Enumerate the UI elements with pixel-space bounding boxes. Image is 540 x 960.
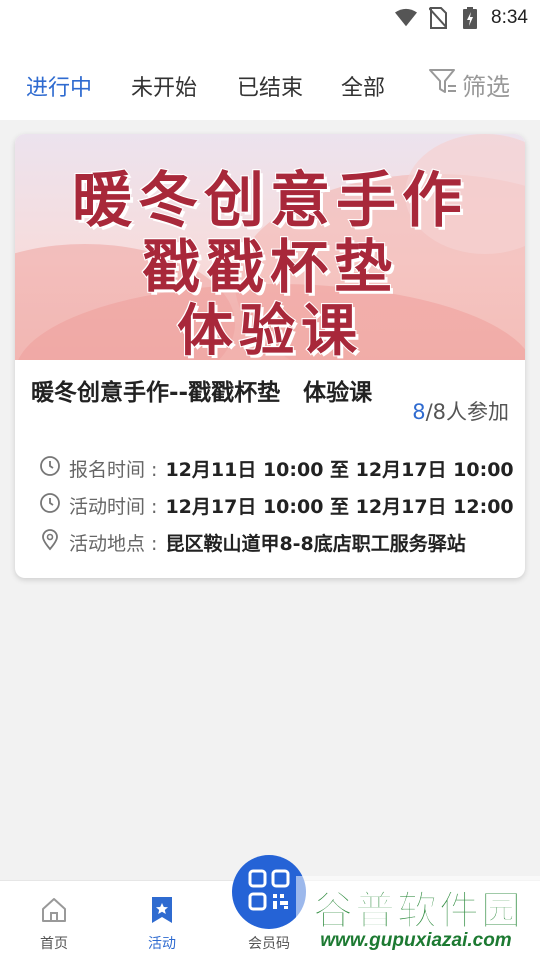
location-pin-icon (39, 529, 61, 555)
tab-ongoing[interactable]: 进行中 (26, 70, 92, 102)
clock-icon (39, 455, 61, 481)
joined-count: 8 (412, 400, 426, 424)
tab-all[interactable]: 全部 (341, 70, 385, 102)
activity-title: 暖冬创意手作--戳戳杯垫 体验课 (31, 380, 373, 406)
tab-not-started[interactable]: 未开始 (131, 70, 197, 102)
signup-time-label: 报名时间 : (69, 458, 158, 481)
home-icon (39, 895, 69, 925)
activity-time-row: 活动时间 : 12月17日 10:00 至 12月17日 12:00 (39, 491, 514, 519)
clock: 8:34 (491, 7, 528, 28)
nav-activity-label: 活动 (148, 936, 176, 952)
activity-time-value: 12月17日 10:00 至 12月17日 12:00 (165, 495, 514, 518)
location-label: 活动地点 : (69, 532, 158, 555)
location-row: 活动地点 : 昆区鞍山道甲8-8底店职工服务驿站 (39, 528, 466, 556)
tab-ended[interactable]: 已结束 (237, 70, 303, 102)
filter-button[interactable]: 筛选 (428, 66, 510, 102)
nav-activity[interactable]: 活动 (117, 881, 207, 960)
clock-icon (39, 492, 61, 518)
watermark: 谷普软件园 www.gupuxiazai.com (296, 876, 540, 960)
activity-time-label: 活动时间 : (69, 495, 158, 518)
banner-title-line3: 体验课 (176, 297, 363, 360)
bookmark-star-icon (147, 895, 177, 925)
battery-charging-icon (459, 7, 481, 29)
watermark-url: www.gupuxiazai.com (320, 930, 512, 951)
capacity-text: /8人参加 (425, 400, 509, 424)
signup-time-value: 12月11日 10:00 至 12月17日 10:00 (165, 458, 514, 481)
filter-label: 筛选 (462, 72, 510, 101)
location-value: 昆区鞍山道甲8-8底店职工服务驿站 (165, 532, 466, 555)
status-tabs: 进行中 未开始 已结束 全部 筛选 (0, 36, 540, 120)
qr-code-icon (247, 868, 291, 916)
filter-icon (428, 66, 458, 102)
nav-home-label: 首页 (40, 936, 68, 952)
status-bar: 8:34 (0, 0, 540, 36)
activity-banner: 暖冬创意手作 戳戳杯垫 体验课 (15, 134, 525, 360)
watermark-title: 谷普软件园 (313, 888, 523, 935)
no-sim-icon (427, 7, 449, 29)
participant-count: 8/8人参加 (412, 396, 509, 426)
signup-time-row: 报名时间 : 12月11日 10:00 至 12月17日 10:00 (39, 454, 514, 482)
nav-home[interactable]: 首页 (9, 881, 99, 960)
member-qr-button[interactable] (232, 855, 306, 929)
activity-card[interactable]: 暖冬创意手作 戳戳杯垫 体验课 暖冬创意手作--戳戳杯垫 体验课 8/8人参加 … (15, 134, 525, 578)
wifi-icon (395, 7, 418, 29)
